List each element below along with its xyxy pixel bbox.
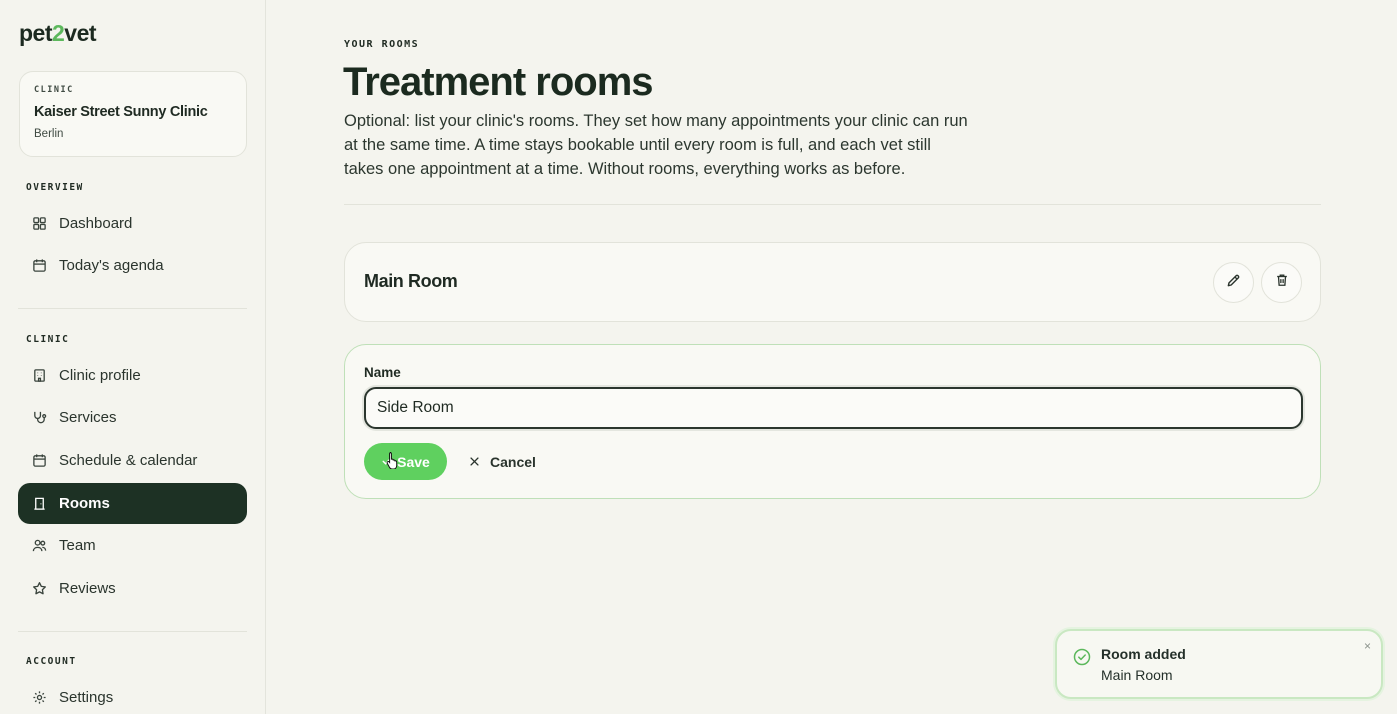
star-icon [31, 581, 47, 597]
name-field-label: Name [364, 365, 401, 380]
close-icon [469, 454, 480, 470]
clinic-switcher-card[interactable]: CLINIC Kaiser Street Sunny Clinic Berlin [19, 71, 247, 157]
sidebar-item-label: Rooms [59, 495, 110, 512]
sidebar-item-label: Team [59, 537, 96, 554]
app-logo[interactable]: pet2vet [19, 20, 97, 47]
calendar-icon [31, 258, 47, 274]
sidebar-item-label: Schedule & calendar [59, 452, 198, 469]
sidebar-item-schedule-calendar[interactable]: Schedule & calendar [18, 440, 247, 481]
room-card: Main Room [344, 242, 1321, 322]
sidebar: pet2vet CLINIC Kaiser Street Sunny Clini… [0, 0, 266, 714]
users-icon [31, 538, 47, 554]
sidebar-item-settings[interactable]: Settings [18, 677, 247, 714]
sidebar-divider [18, 308, 247, 309]
header-divider [344, 204, 1321, 205]
page-title: Treatment rooms [343, 60, 654, 104]
section-label-account: ACCOUNT [26, 656, 77, 667]
clinic-card-label: CLINIC [34, 85, 74, 95]
section-label-clinic: CLINIC [26, 334, 70, 345]
save-button[interactable]: Save [364, 443, 447, 480]
trash-icon [1275, 273, 1289, 292]
sidebar-item-rooms[interactable]: Rooms [18, 483, 247, 524]
sidebar-item-todays-agenda[interactable]: Today's agenda [18, 245, 247, 286]
sidebar-item-label: Reviews [59, 580, 116, 597]
door-icon [31, 496, 47, 512]
room-name: Main Room [364, 271, 458, 291]
clinic-city: Berlin [34, 128, 64, 140]
sidebar-divider [18, 631, 247, 632]
sidebar-item-dashboard[interactable]: Dashboard [18, 203, 247, 244]
sidebar-item-label: Dashboard [59, 215, 133, 232]
gear-icon [31, 690, 47, 706]
sidebar-item-clinic-profile[interactable]: Clinic profile [18, 355, 247, 396]
toast-close-button[interactable]: × [1364, 639, 1371, 653]
section-label-overview: OVERVIEW [26, 182, 84, 193]
sidebar-item-team[interactable]: Team [18, 525, 247, 566]
page-intro: Optional: list your clinic's rooms. They… [344, 112, 968, 178]
toast-body: Main Room [1101, 667, 1173, 683]
save-button-label: Save [397, 453, 430, 470]
cancel-button-label: Cancel [490, 453, 536, 470]
cancel-button[interactable]: Cancel [465, 443, 540, 480]
pointer-cursor-icon [386, 451, 400, 470]
sidebar-item-label: Clinic profile [59, 367, 141, 384]
delete-room-button[interactable] [1261, 262, 1302, 303]
building-icon [31, 368, 47, 384]
pencil-icon [1226, 273, 1241, 293]
check-circle-icon [1073, 648, 1091, 671]
page-eyebrow: YOUR ROOMS [344, 39, 420, 50]
sidebar-item-services[interactable]: Services [18, 397, 247, 438]
dashboard-grid-icon [31, 216, 47, 232]
sidebar-item-reviews[interactable]: Reviews [18, 568, 247, 609]
sidebar-item-label: Settings [59, 689, 114, 706]
toast-title: Room added [1101, 646, 1186, 662]
room-name-input[interactable] [364, 387, 1303, 429]
toast-notification: Room added Main Room × [1055, 629, 1383, 699]
clinic-name: Kaiser Street Sunny Clinic [34, 104, 208, 120]
edit-room-button[interactable] [1213, 262, 1254, 303]
sidebar-item-label: Services [59, 409, 117, 426]
add-room-form: Name Save Cancel [344, 344, 1321, 499]
stethoscope-icon [31, 410, 47, 426]
calendar-icon [31, 453, 47, 469]
main-content: YOUR ROOMS Treatment rooms Optional: lis… [266, 0, 1397, 714]
sidebar-item-label: Today's agenda [59, 257, 164, 274]
